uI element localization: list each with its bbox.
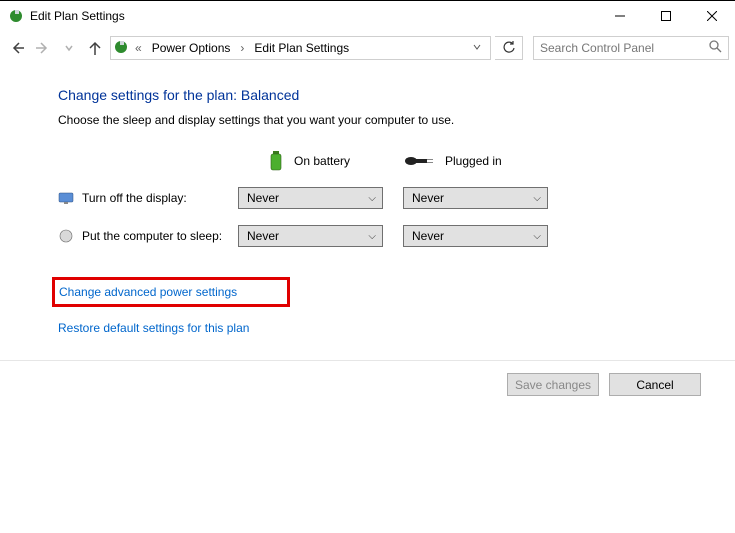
chevron-right-icon: › — [238, 41, 246, 55]
links-section: Change advanced power settings Restore d… — [58, 277, 735, 335]
column-headers: On battery Plugged in — [238, 149, 735, 173]
window-title: Edit Plan Settings — [30, 9, 597, 23]
sleep-icon — [58, 228, 74, 244]
plug-icon — [403, 153, 435, 169]
page-title: Change settings for the plan: Balanced — [58, 87, 735, 103]
display-battery-value: Never — [247, 191, 368, 205]
window-controls — [597, 1, 735, 31]
breadcrumb-current[interactable]: Edit Plan Settings — [250, 41, 353, 55]
setting-sleep: Put the computer to sleep: Never ⌵ Never… — [58, 225, 735, 247]
display-icon — [58, 190, 74, 206]
search-placeholder: Search Control Panel — [540, 41, 703, 55]
page-subtitle: Choose the sleep and display settings th… — [58, 113, 735, 127]
search-icon — [709, 40, 722, 56]
display-plugged-value: Never — [412, 191, 533, 205]
back-button[interactable] — [6, 36, 28, 60]
refresh-button[interactable] — [495, 36, 523, 60]
up-button[interactable] — [84, 36, 106, 60]
chevron-down-icon: ⌵ — [533, 231, 541, 242]
address-dropdown[interactable] — [466, 41, 488, 55]
main-content: Change settings for the plan: Balanced C… — [0, 65, 735, 335]
column-battery: On battery — [238, 149, 403, 173]
sleep-plugged-select[interactable]: Never ⌵ — [403, 225, 548, 247]
advanced-settings-link[interactable]: Change advanced power settings — [52, 277, 290, 307]
sleep-battery-value: Never — [247, 229, 368, 243]
restore-defaults-link[interactable]: Restore default settings for this plan — [58, 321, 735, 335]
chevron-down-icon: ⌵ — [533, 193, 541, 204]
display-battery-select[interactable]: Never ⌵ — [238, 187, 383, 209]
cancel-button[interactable]: Cancel — [609, 373, 701, 396]
setting-display: Turn off the display: Never ⌵ Never ⌵ — [58, 187, 735, 209]
address-bar[interactable]: « Power Options › Edit Plan Settings — [110, 36, 491, 60]
battery-icon — [268, 149, 284, 173]
sleep-battery-select[interactable]: Never ⌵ — [238, 225, 383, 247]
footer: Save changes Cancel — [0, 360, 735, 396]
chevron-down-icon: ⌵ — [368, 193, 376, 204]
sleep-plugged-value: Never — [412, 229, 533, 243]
breadcrumb-root[interactable]: Power Options — [148, 41, 235, 55]
column-plugged-label: Plugged in — [445, 154, 502, 168]
forward-button[interactable] — [32, 36, 54, 60]
setting-display-label: Turn off the display: — [82, 191, 187, 205]
save-button[interactable]: Save changes — [507, 373, 599, 396]
close-button[interactable] — [689, 1, 735, 31]
display-plugged-select[interactable]: Never ⌵ — [403, 187, 548, 209]
recent-dropdown[interactable] — [58, 36, 80, 60]
breadcrumb-root-chevron-icon[interactable]: « — [133, 41, 144, 55]
titlebar: Edit Plan Settings — [0, 1, 735, 31]
maximize-button[interactable] — [643, 1, 689, 31]
address-icon — [113, 39, 129, 58]
navigation-row: « Power Options › Edit Plan Settings Sea… — [0, 31, 735, 65]
chevron-down-icon: ⌵ — [368, 231, 376, 242]
minimize-button[interactable] — [597, 1, 643, 31]
column-plugged: Plugged in — [403, 153, 568, 169]
search-input[interactable]: Search Control Panel — [533, 36, 729, 60]
setting-sleep-label: Put the computer to sleep: — [82, 229, 222, 243]
column-battery-label: On battery — [294, 154, 350, 168]
app-icon — [8, 8, 24, 24]
